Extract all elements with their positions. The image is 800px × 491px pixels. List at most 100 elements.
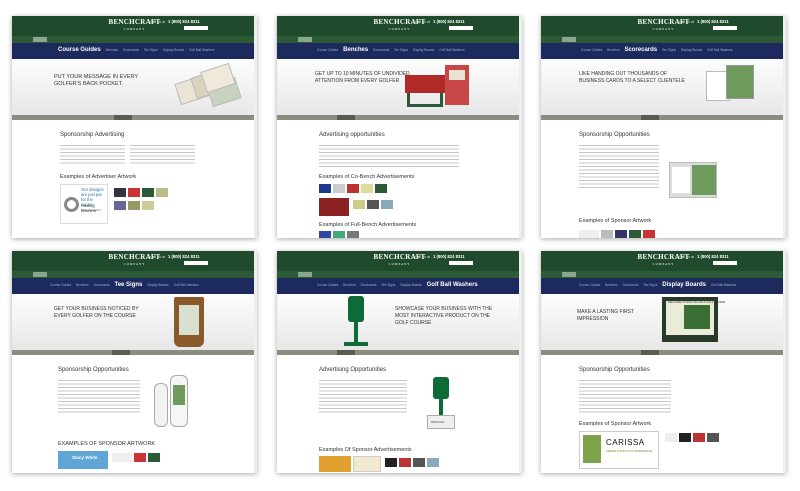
- ball-washer-image: [340, 296, 370, 348]
- artwork-thumbnails: [112, 453, 160, 462]
- ball-washer-photo[interactable]: OFFICIAL: [423, 377, 459, 433]
- nav-item-active[interactable]: Course Guides: [58, 47, 101, 53]
- nav-item-active[interactable]: Display Boards: [662, 282, 706, 288]
- nav-item-active[interactable]: Scorecards: [624, 47, 657, 53]
- nav-item[interactable]: Tee Signs: [662, 48, 676, 52]
- nav-item[interactable]: Golf Ball Washers: [711, 283, 736, 287]
- home-tab[interactable]: [298, 272, 312, 277]
- scrollbar[interactable]: [783, 16, 786, 238]
- body-text: [319, 144, 459, 168]
- search-input[interactable]: [713, 26, 737, 30]
- nav-item[interactable]: Course Guides: [317, 48, 338, 52]
- nav-item[interactable]: Tee Signs: [144, 48, 158, 52]
- home-tab[interactable]: [33, 37, 47, 42]
- nav-item[interactable]: Benches: [106, 48, 118, 52]
- nav-item[interactable]: Benches: [343, 283, 355, 287]
- sponsor-artwork[interactable]: Stacy White: [58, 451, 108, 469]
- nav-item[interactable]: Course Guides: [50, 283, 71, 287]
- page-content: Sponsorship Opportunities EXAMPLES OF SP…: [12, 355, 257, 473]
- scorecard-image: [706, 65, 754, 105]
- nav-item[interactable]: Display Boards: [147, 283, 168, 287]
- nav-item[interactable]: Scorecards: [93, 283, 109, 287]
- site-header: BENCHCRAFT COMPANY Call us at 1 (800) 824 …: [12, 16, 257, 36]
- nav-item[interactable]: Benches: [76, 283, 88, 287]
- page-content: Advertising Opportunities OFFICIAL Examp…: [277, 355, 522, 473]
- sponsor-artwork[interactable]: CARISSA FRESH FOOD IN CONVENIENCE: [579, 431, 659, 469]
- search-input[interactable]: [184, 261, 208, 265]
- nav-item[interactable]: Tee Signs: [381, 283, 395, 287]
- hero-banner: PUT YOUR MESSAGE IN EVERY GOLFER'S BACK …: [12, 59, 257, 115]
- artwork-thumbnails: [114, 188, 168, 197]
- page-content: Sponsorship Opportunities Examples of Sp…: [541, 355, 786, 473]
- scrollbar[interactable]: [783, 251, 786, 473]
- search-input[interactable]: [713, 261, 737, 265]
- card-tee-signs: BENCHCRAFT COMPANY Call us at 1 (800) 824 …: [12, 251, 257, 473]
- nav-item-active[interactable]: Golf Ball Washers: [427, 282, 478, 288]
- top-nav: [277, 36, 522, 43]
- product-nav: Course Guides Benches Scorecards Tee Sig…: [541, 43, 786, 59]
- card-scorecards: BENCHCRAFT COMPANY Call us at 1 (800) 824 …: [541, 16, 786, 238]
- section-title: Advertising opportunities: [319, 132, 385, 138]
- artwork-thumbnails: [114, 201, 154, 210]
- co-bench-thumbnails: [353, 200, 393, 209]
- tee-sign-photo[interactable]: [152, 375, 192, 435]
- nav-item[interactable]: Golf Ball Washers: [439, 48, 464, 52]
- nav-item[interactable]: Scorecards: [123, 48, 139, 52]
- page-content: Sponsorship Advertising Examples of Adve…: [12, 120, 257, 238]
- sponsor-ad[interactable]: [353, 456, 381, 472]
- hero-banner: GET YOUR BUSINESS NOTICED BY EVERY GOLFE…: [12, 294, 257, 350]
- nav-item-active[interactable]: Benches: [343, 47, 368, 53]
- nav-item[interactable]: Display Boards: [413, 48, 434, 52]
- nav-item[interactable]: Tee Signs: [394, 48, 408, 52]
- scrollbar[interactable]: [519, 16, 522, 238]
- section-title: Sponsorship Opportunities: [579, 367, 650, 373]
- nav-item[interactable]: Display Boards: [681, 48, 702, 52]
- body-text: [130, 144, 195, 164]
- examples-title: Examples of Co-Bench Advertisements: [319, 174, 415, 180]
- scrollbar[interactable]: [254, 251, 257, 473]
- nav-item[interactable]: Scorecards: [360, 283, 376, 287]
- scorecard-photo[interactable]: [669, 162, 717, 198]
- phone-number: Call us at 1 (800) 824 8311: [679, 19, 729, 24]
- nav-item[interactable]: Course Guides: [579, 283, 600, 287]
- card-benches: BENCHCRAFT COMPANY Call us at 1 (800) 824 …: [277, 16, 522, 238]
- nav-item[interactable]: Benches: [607, 48, 619, 52]
- examples-title-2: Examples of Full-Bench Advertisements: [319, 222, 417, 228]
- home-tab[interactable]: [562, 37, 576, 42]
- nav-item[interactable]: Course Guides: [317, 283, 338, 287]
- examples-title: Examples of Sponsor Artwork: [579, 218, 652, 224]
- home-tab[interactable]: [298, 37, 312, 42]
- advertiser-artwork[interactable]: Our designs are just par for the course.…: [60, 184, 108, 224]
- nav-item[interactable]: Course Guides: [581, 48, 602, 52]
- scrollbar[interactable]: [519, 251, 522, 473]
- home-tab[interactable]: [33, 272, 47, 277]
- hero-text: GET YOUR BUSINESS NOTICED BY EVERY GOLFE…: [54, 306, 139, 319]
- nav-item[interactable]: Display Boards: [400, 283, 421, 287]
- nav-item[interactable]: Scorecards: [373, 48, 389, 52]
- section-title: Sponsorship Advertising: [60, 132, 125, 138]
- hero-text: LIKE HANDING OUT THOUSANDS OF BUSINESS C…: [579, 71, 685, 84]
- nav-item[interactable]: Golf Ball Washers: [189, 48, 214, 52]
- hero-banner: MAKE A LASTING FIRST IMPRESSION WELCOME …: [541, 294, 786, 350]
- nav-item-active[interactable]: Tee Signs: [114, 282, 142, 288]
- hero-banner: GET UP TO 10 MINUTES OF UNDIVIDED ATTENT…: [277, 59, 522, 115]
- search-input[interactable]: [184, 26, 208, 30]
- scrollbar[interactable]: [254, 16, 257, 238]
- nav-item[interactable]: Golf Ball Washers: [174, 283, 199, 287]
- phone-number: Call us at 1 (800) 824 8311: [150, 19, 200, 24]
- home-tab[interactable]: [562, 272, 576, 277]
- product-nav: Course Guides Benches Scorecards Tee Sig…: [12, 278, 257, 294]
- nav-item[interactable]: Benches: [605, 283, 617, 287]
- body-text: [579, 379, 671, 413]
- nav-item[interactable]: Tee Signs: [643, 283, 657, 287]
- nav-item[interactable]: Scorecards: [622, 283, 638, 287]
- card-display-boards: BENCHCRAFT COMPANY Call us at 1 (800) 824 …: [541, 251, 786, 473]
- artwork-thumbnails: [385, 458, 439, 467]
- section-title: Sponsorship Opportunities: [58, 367, 129, 373]
- nav-item[interactable]: Golf Ball Washers: [707, 48, 732, 52]
- search-input[interactable]: [449, 26, 473, 30]
- nav-item[interactable]: Display Boards: [163, 48, 184, 52]
- search-input[interactable]: [449, 261, 473, 265]
- sponsor-ad[interactable]: [319, 456, 351, 472]
- bench-ad-image[interactable]: [319, 198, 349, 216]
